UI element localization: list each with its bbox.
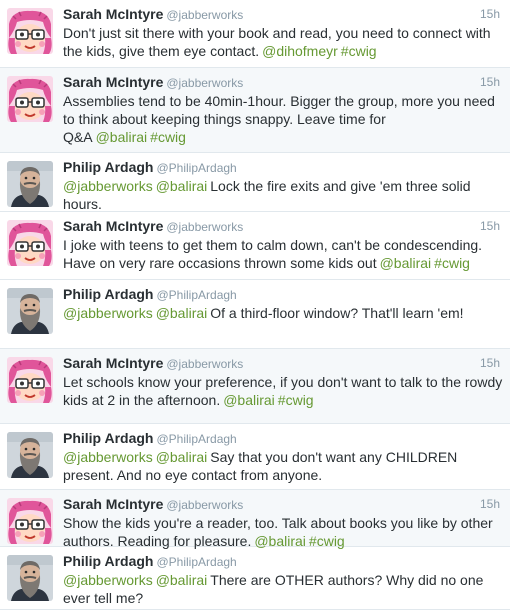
tweet-body-text: Of a third-floor window? That'll learn '… [210,305,464,321]
tweet-timestamp[interactable]: 15h [480,75,500,89]
author-name[interactable]: Sarah McIntyre [63,496,163,512]
author-name[interactable]: Philip Ardagh [63,159,153,175]
cartoon-avatar-icon[interactable] [7,357,53,403]
author-handle[interactable]: @jabberworks [166,357,243,371]
author-name[interactable]: Sarah McIntyre [63,218,163,234]
author-handle[interactable]: @PhilipArdagh [156,432,236,446]
author-name[interactable]: Sarah McIntyre [63,355,163,371]
author-name[interactable]: Philip Ardagh [63,286,153,302]
mention-link[interactable]: @balirai [156,305,208,321]
tweet-timestamp[interactable]: 15h [480,356,500,370]
tweet-header: Philip Ardagh @PhilipArdagh [63,553,502,571]
cartoon-avatar-icon[interactable] [7,220,53,266]
cartoon-avatar-icon[interactable] [7,498,53,544]
tweet-text: Show the kids you're a reader, too. Talk… [63,514,504,550]
bearded-man-avatar-icon[interactable] [7,161,53,207]
author-handle[interactable]: @jabberworks [166,76,243,90]
author-handle[interactable]: @PhilipArdagh [156,555,236,569]
mention-link[interactable]: @balirai [96,129,148,145]
mention-link[interactable]: @dihofmeyr [262,43,338,59]
author-name[interactable]: Philip Ardagh [63,553,153,569]
tweet-text: @jabberworks @balirai Say that you don't w… [63,448,504,484]
author-name[interactable]: Sarah McIntyre [63,6,163,22]
tweet-item[interactable]: Philip Ardagh @PhilipArdagh @jabberworks @b… [0,547,510,610]
tweet-item[interactable]: Sarah McIntyre @jabberworks 15h Let schools… [0,349,510,424]
author-name[interactable]: Sarah McIntyre [63,74,163,90]
tweet-text: Assemblies tend to be 40min-1hour. Bigge… [63,92,504,146]
tweet-header: Sarah McIntyre @jabberworks 15h [63,496,502,514]
mention-link[interactable]: @balirai [156,449,208,465]
hashtag-link[interactable]: #cwig [434,255,470,271]
tweet-text: I joke with teens to get them to calm do… [63,236,504,272]
hashtag-link[interactable]: #cwig [278,392,314,408]
mention-link[interactable]: @jabberworks [63,178,153,194]
tweet-item[interactable]: Philip Ardagh @PhilipArdagh @jabberworks @b… [0,424,510,490]
tweet-timestamp[interactable]: 15h [480,7,500,21]
mention-link[interactable]: @balirai [156,178,208,194]
tweet-header: Philip Ardagh @PhilipArdagh [63,159,502,177]
author-handle[interactable]: @jabberworks [166,498,243,512]
tweet-header: Sarah McIntyre @jabberworks 15h [63,6,502,24]
tweet-item[interactable]: Sarah McIntyre @jabberworks 15h Show the ki… [0,490,510,550]
tweet-text: @jabberworks @balirai Lock the fire exits … [63,177,504,213]
tweet-timestamp[interactable]: 15h [480,497,500,511]
mention-link[interactable]: @balirai [156,572,208,588]
tweet-header: Philip Ardagh @PhilipArdagh [63,430,502,448]
cartoon-avatar-icon[interactable] [7,76,53,122]
tweet-item[interactable]: Philip Ardagh @PhilipArdagh @jabberworks @b… [0,153,510,212]
author-handle[interactable]: @jabberworks [166,220,243,234]
author-handle[interactable]: @jabberworks [166,8,243,22]
bearded-man-avatar-icon[interactable] [7,555,53,601]
bearded-man-avatar-icon[interactable] [7,288,53,334]
mention-link[interactable]: @jabberworks [63,572,153,588]
hashtag-link[interactable]: #cwig [341,43,377,59]
mention-link[interactable]: @balirai [380,255,432,271]
tweet-header: Sarah McIntyre @jabberworks 15h [63,74,502,92]
tweet-text: Let schools know your preference, if you… [63,373,504,409]
author-handle[interactable]: @PhilipArdagh [156,288,236,302]
tweet-header: Sarah McIntyre @jabberworks 15h [63,218,502,236]
mention-link[interactable]: @balirai [223,392,275,408]
tweet-text: Don't just sit there with your book and … [63,24,504,60]
mention-link[interactable]: @jabberworks [63,449,153,465]
tweet-text: @jabberworks @balirai There are OTHER auth… [63,571,504,607]
cartoon-avatar-icon[interactable] [7,8,53,54]
author-handle[interactable]: @PhilipArdagh [156,161,236,175]
tweet-timestamp[interactable]: 15h [480,219,500,233]
tweet-item[interactable]: Philip Ardagh @PhilipArdagh @jabberworks @b… [0,280,510,349]
tweet-text: @jabberworks @balirai Of a third-floor win… [63,304,504,322]
bearded-man-avatar-icon[interactable] [7,432,53,478]
author-name[interactable]: Philip Ardagh [63,430,153,446]
tweet-item[interactable]: Sarah McIntyre @jabberworks 15h Assemblies … [0,68,510,153]
tweet-item[interactable]: Sarah McIntyre @jabberworks 15h I joke with… [0,212,510,280]
tweet-timeline: Sarah McIntyre @jabberworks 15h Don't just … [0,0,510,610]
tweet-header: Philip Ardagh @PhilipArdagh [63,286,502,304]
mention-link[interactable]: @jabberworks [63,305,153,321]
tweet-item[interactable]: Sarah McIntyre @jabberworks 15h Don't just … [0,0,510,68]
hashtag-link[interactable]: #cwig [150,129,186,145]
tweet-header: Sarah McIntyre @jabberworks 15h [63,355,502,373]
